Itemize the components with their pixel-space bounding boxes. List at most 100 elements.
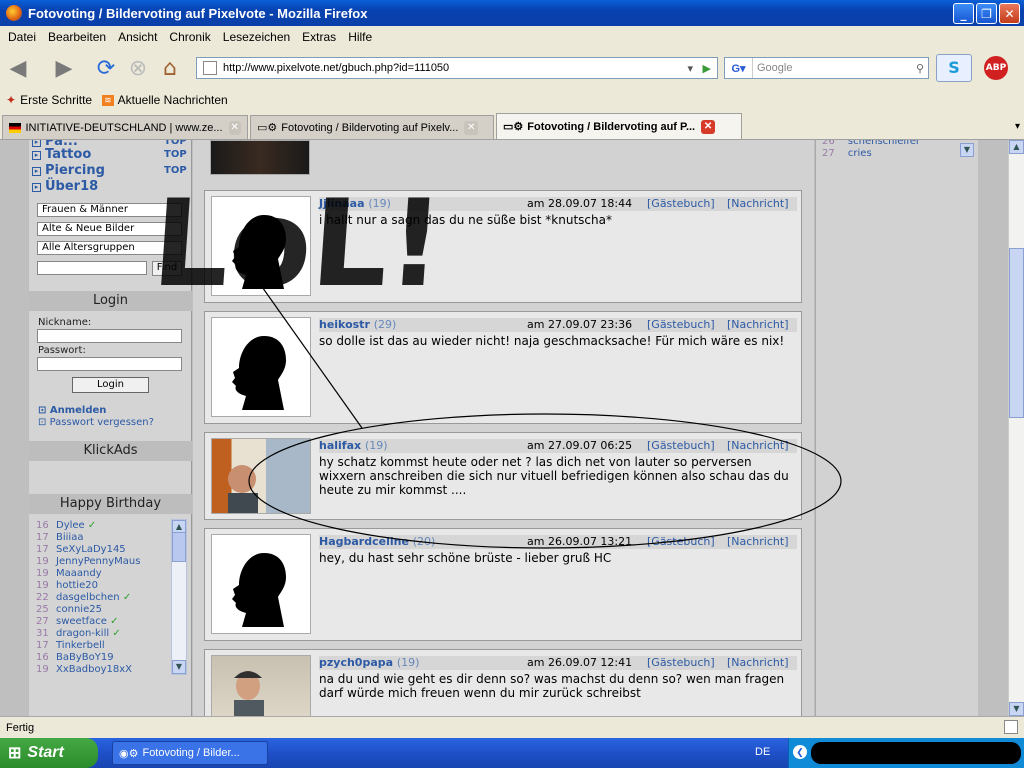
- tab-fotovoting-1[interactable]: ▭⚙ Fotovoting / Bildervoting auf Pixelv.…: [250, 115, 494, 139]
- birthday-item[interactable]: 22 dasgelbchen ✓: [36, 592, 172, 604]
- register-link[interactable]: ⊡ Anmelden: [38, 405, 106, 416]
- go-icon[interactable]: ▶: [703, 62, 711, 75]
- google-icon[interactable]: G▾: [725, 58, 753, 78]
- top-badge[interactable]: TOP: [164, 140, 187, 147]
- entry-username[interactable]: halifax (19): [319, 439, 388, 452]
- birthday-name[interactable]: Biiiaa: [56, 532, 83, 543]
- message-link[interactable]: [Nachricht]: [727, 318, 788, 331]
- tray-expand-icon[interactable]: ❮: [793, 745, 807, 759]
- top-badge[interactable]: TOP: [164, 149, 187, 160]
- url-dropdown-icon[interactable]: ▾: [687, 62, 693, 75]
- birthday-name[interactable]: JennyPennyMaus: [56, 556, 140, 567]
- search-icon[interactable]: ⚲: [916, 62, 924, 75]
- skype-icon[interactable]: S: [936, 54, 972, 82]
- maximize-button[interactable]: ❐: [976, 3, 997, 24]
- tab-close-icon[interactable]: ✕: [464, 120, 479, 135]
- start-button[interactable]: ⊞ Start: [0, 738, 98, 768]
- scroll-down-icon[interactable]: ▼: [960, 143, 974, 157]
- birthday-item[interactable]: 25 connie25: [36, 604, 172, 616]
- birthday-item[interactable]: 19 hottie20: [36, 580, 172, 592]
- birthday-name[interactable]: dragon-kill: [56, 628, 109, 639]
- guestbook-link[interactable]: [Gästebuch]: [647, 535, 715, 548]
- birthday-name[interactable]: hottie20: [56, 580, 98, 591]
- menu-hilfe[interactable]: Hilfe: [342, 30, 378, 44]
- tab-close-icon[interactable]: ✕: [228, 120, 241, 135]
- menu-datei[interactable]: Datei: [2, 30, 42, 44]
- right-list-item[interactable]: 26 schenschleifer: [822, 140, 920, 148]
- gender-select[interactable]: Frauen & Männer: [37, 203, 182, 217]
- guestbook-link[interactable]: [Gästebuch]: [647, 318, 715, 331]
- menu-ansicht[interactable]: Ansicht: [112, 30, 163, 44]
- message-link[interactable]: [Nachricht]: [727, 197, 788, 210]
- tab-fotovoting-active[interactable]: ▭⚙ Fotovoting / Bildervoting auf P... ✕: [496, 113, 742, 139]
- message-link[interactable]: [Nachricht]: [727, 439, 788, 452]
- entry-username[interactable]: Jjiinaaa (19): [319, 197, 391, 210]
- message-link[interactable]: [Nachricht]: [727, 656, 788, 669]
- images-select[interactable]: Alte & Neue Bilder: [37, 222, 182, 236]
- home-icon[interactable]: ⌂: [156, 54, 184, 82]
- scroll-down-icon[interactable]: ▼: [172, 660, 186, 674]
- birthday-item[interactable]: 19 Maaandy: [36, 568, 172, 580]
- category-piercing[interactable]: ▸ Piercing: [32, 163, 105, 178]
- find-button[interactable]: Find: [152, 261, 182, 276]
- search-bar[interactable]: G▾ Google ⚲: [724, 57, 929, 79]
- url-bar[interactable]: http://www.pixelvote.net/gbuch.php?id=11…: [196, 57, 718, 79]
- birthday-name[interactable]: SeXyLaDy145: [56, 544, 126, 555]
- category-tattoo[interactable]: ▸ Tattoo: [32, 147, 91, 162]
- birthday-name[interactable]: dasgelbchen: [56, 592, 120, 603]
- language-indicator[interactable]: DE: [755, 746, 770, 758]
- scroll-thumb[interactable]: [1009, 248, 1024, 418]
- birthday-item[interactable]: 19 XxBadboy18xX: [36, 664, 172, 676]
- adblock-icon[interactable]: ABP: [984, 56, 1008, 80]
- category-ueber18[interactable]: ▸ Über18: [32, 179, 98, 194]
- top-badge[interactable]: TOP: [164, 165, 187, 176]
- password-input[interactable]: [37, 357, 182, 371]
- birthday-scrollbar[interactable]: ▲ ▼: [171, 519, 187, 675]
- nickname-input[interactable]: [37, 329, 182, 343]
- birthday-item[interactable]: 31 dragon-kill ✓: [36, 628, 172, 640]
- bookmark-erste-schritte[interactable]: Erste Schritte: [20, 93, 92, 107]
- birthday-name[interactable]: Dylee: [56, 520, 85, 531]
- reload-icon[interactable]: ⟳: [92, 54, 120, 82]
- scroll-down-icon[interactable]: ▼: [1009, 702, 1024, 716]
- birthday-name[interactable]: Maaandy: [56, 568, 102, 579]
- bookmark-aktuelle-nachrichten[interactable]: Aktuelle Nachrichten: [118, 93, 228, 107]
- birthday-name[interactable]: sweetface: [56, 616, 107, 627]
- entry-username[interactable]: Hagbardceline (20): [319, 535, 435, 548]
- entry-username[interactable]: heikostr (29): [319, 318, 396, 331]
- guestbook-link[interactable]: [Gästebuch]: [647, 197, 715, 210]
- birthday-name[interactable]: connie25: [56, 604, 102, 615]
- entry-username[interactable]: pzych0papa (19): [319, 656, 419, 669]
- birthday-item[interactable]: 16 BaByBoY19: [36, 652, 172, 664]
- birthday-item[interactable]: 17 Tinkerbell: [36, 640, 172, 652]
- tab-close-icon[interactable]: ✕: [701, 119, 716, 134]
- forgot-password-link[interactable]: ⊡ Passwort vergessen?: [38, 417, 154, 428]
- login-button[interactable]: Login: [72, 377, 149, 393]
- menu-extras[interactable]: Extras: [296, 30, 342, 44]
- menu-bearbeiten[interactable]: Bearbeiten: [42, 30, 112, 44]
- forward-icon[interactable]: ▶: [50, 54, 78, 82]
- menu-chronik[interactable]: Chronik: [163, 30, 216, 44]
- menu-lesezeichen[interactable]: Lesezeichen: [217, 30, 296, 44]
- scroll-thumb[interactable]: [172, 532, 186, 562]
- stop-icon[interactable]: ⊗: [124, 54, 152, 82]
- tab-initiative[interactable]: INITIATIVE-DEUTSCHLAND | www.ze... ✕: [2, 115, 248, 139]
- message-link[interactable]: [Nachricht]: [727, 535, 788, 548]
- birthday-name[interactable]: Tinkerbell: [56, 640, 105, 651]
- scroll-up-icon[interactable]: ▲: [1009, 140, 1024, 154]
- birthday-item[interactable]: 19 JennyPennyMaus: [36, 556, 172, 568]
- find-input[interactable]: [37, 261, 147, 275]
- page-scrollbar[interactable]: ▲ ▼: [1008, 140, 1024, 716]
- age-select[interactable]: Alle Altersgruppen: [37, 241, 182, 255]
- back-icon[interactable]: ◀: [4, 54, 32, 82]
- right-list-item[interactable]: 27 cries: [822, 148, 920, 160]
- tab-list-icon[interactable]: ▾: [1015, 121, 1020, 132]
- birthday-item[interactable]: 27 sweetface ✓: [36, 616, 172, 628]
- guestbook-link[interactable]: [Gästebuch]: [647, 656, 715, 669]
- birthday-item[interactable]: 17 SeXyLaDy145: [36, 544, 172, 556]
- birthday-item[interactable]: 16 Dylee ✓: [36, 520, 172, 532]
- minimize-button[interactable]: _: [953, 3, 974, 24]
- birthday-name[interactable]: XxBadboy18xX: [56, 664, 132, 675]
- taskbar-item-firefox[interactable]: ◉⚙ Fotovoting / Bilder...: [112, 741, 268, 765]
- guestbook-link[interactable]: [Gästebuch]: [647, 439, 715, 452]
